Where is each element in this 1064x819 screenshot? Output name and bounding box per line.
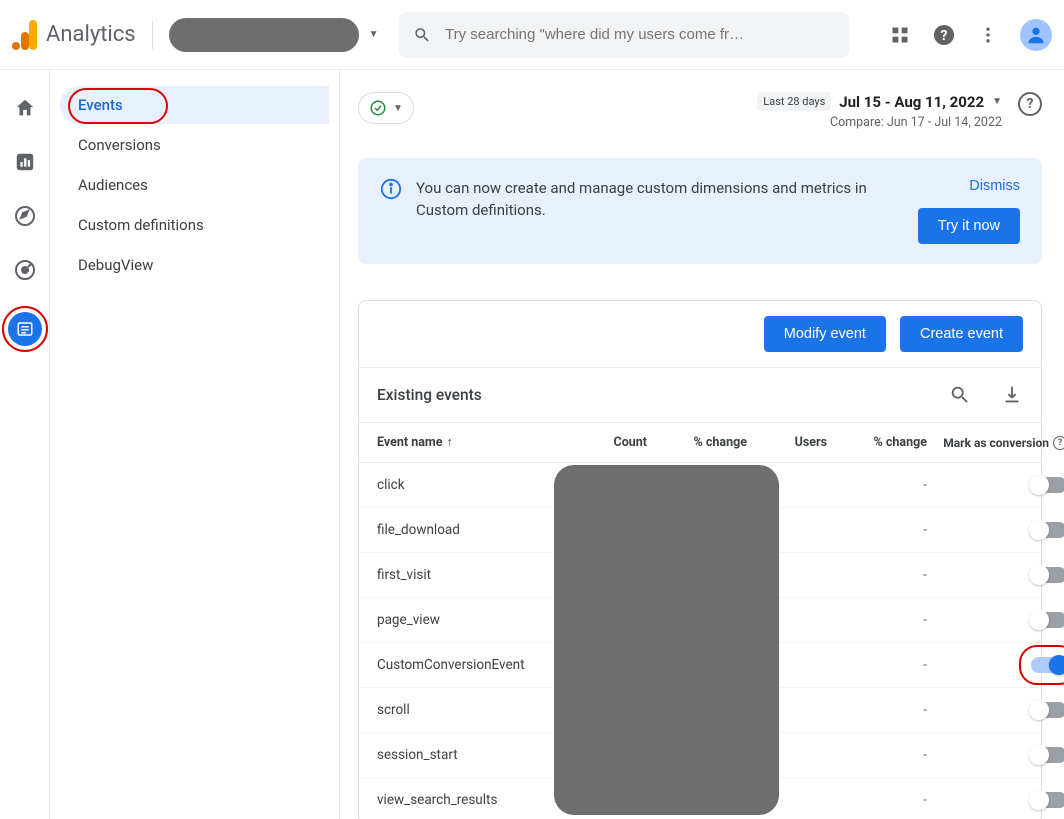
users-change-cell: - bbox=[923, 522, 927, 538]
property-selector[interactable] bbox=[169, 18, 359, 52]
users-change-cell: - bbox=[923, 477, 927, 493]
users-change-cell: - bbox=[923, 792, 927, 808]
event-name-cell[interactable]: session_start bbox=[377, 747, 567, 763]
redacted-area bbox=[554, 465, 779, 815]
conversion-toggle[interactable] bbox=[1031, 522, 1064, 538]
subnav-item-events[interactable]: Events bbox=[60, 86, 329, 124]
subnav-item-custom-definitions[interactable]: Custom definitions bbox=[60, 206, 329, 244]
reports-icon[interactable] bbox=[13, 150, 37, 174]
explore-icon[interactable] bbox=[13, 204, 37, 228]
col-users[interactable]: Users bbox=[795, 435, 827, 450]
event-name-cell[interactable]: file_download bbox=[377, 522, 567, 538]
subnav-label: Audiences bbox=[78, 176, 148, 194]
sort-asc-icon: ↑ bbox=[447, 435, 453, 450]
event-name-cell[interactable]: scroll bbox=[377, 702, 567, 718]
conversion-toggle-wrap bbox=[1031, 792, 1064, 808]
help-icon[interactable]: ? bbox=[932, 23, 956, 47]
info-banner: You can now create and manage custom dim… bbox=[358, 158, 1042, 264]
conversion-toggle[interactable] bbox=[1031, 567, 1064, 583]
subnav-label: Events bbox=[78, 96, 123, 114]
conversion-toggle[interactable] bbox=[1031, 792, 1064, 808]
check-circle-icon bbox=[369, 99, 387, 117]
search-icon bbox=[413, 25, 431, 45]
advertising-icon[interactable] bbox=[13, 258, 37, 282]
search-box[interactable] bbox=[399, 12, 849, 58]
date-range: Jul 15 - Aug 11, 2022 bbox=[839, 93, 984, 111]
caret-down-icon: ▼ bbox=[393, 103, 403, 114]
help-icon[interactable]: ? bbox=[1018, 92, 1042, 116]
caret-down-icon: ▼ bbox=[992, 96, 1002, 107]
home-icon[interactable] bbox=[13, 96, 37, 120]
subnav-item-debugview[interactable]: DebugView bbox=[60, 246, 329, 284]
app-header: Analytics ▼ ? bbox=[0, 0, 1064, 70]
try-it-now-button[interactable]: Try it now bbox=[918, 208, 1020, 244]
conversion-toggle-wrap bbox=[1031, 567, 1064, 583]
card-title: Existing events bbox=[377, 386, 482, 404]
more-vert-icon[interactable] bbox=[978, 25, 998, 45]
date-compare: Compare: Jun 17 - Jul 14, 2022 bbox=[757, 115, 1002, 130]
status-filter[interactable]: ▼ bbox=[358, 92, 414, 124]
users-change-cell: - bbox=[923, 747, 927, 763]
col-count-change[interactable]: % change bbox=[694, 435, 747, 450]
svg-text:?: ? bbox=[941, 28, 948, 44]
conversion-toggle[interactable] bbox=[1031, 477, 1064, 493]
col-mark-conversion: Mark as conversion ? bbox=[943, 436, 1064, 450]
date-picker[interactable]: Last 28 days Jul 15 - Aug 11, 2022 ▼ Com… bbox=[757, 92, 1002, 130]
conversion-toggle-wrap bbox=[1031, 657, 1064, 673]
users-change-cell: - bbox=[923, 567, 927, 583]
create-event-button[interactable]: Create event bbox=[900, 316, 1023, 352]
users-change-cell: - bbox=[923, 657, 927, 673]
event-name-cell[interactable]: CustomConversionEvent bbox=[377, 657, 567, 673]
date-preset-badge: Last 28 days bbox=[757, 92, 831, 111]
modify-event-button[interactable]: Modify event bbox=[764, 316, 886, 352]
table-search-icon[interactable] bbox=[949, 384, 971, 406]
banner-message: You can now create and manage custom dim… bbox=[416, 178, 904, 222]
users-change-cell: - bbox=[923, 612, 927, 628]
event-name-cell[interactable]: view_search_results bbox=[377, 792, 567, 808]
conversion-toggle-wrap bbox=[1031, 612, 1064, 628]
conversion-toggle-wrap bbox=[1031, 702, 1064, 718]
col-count[interactable]: Count bbox=[614, 435, 647, 450]
event-name-cell[interactable]: click bbox=[377, 477, 567, 493]
caret-down-icon[interactable]: ▼ bbox=[369, 29, 379, 40]
apps-icon[interactable] bbox=[890, 25, 910, 45]
event-name-cell[interactable]: first_visit bbox=[377, 567, 567, 583]
header-icons: ? bbox=[890, 19, 1052, 51]
subnav-label: Custom definitions bbox=[78, 216, 204, 234]
conversion-toggle[interactable] bbox=[1031, 747, 1064, 763]
subnav-item-conversions[interactable]: Conversions bbox=[60, 126, 329, 164]
app-name: Analytics bbox=[46, 22, 136, 47]
nav-rail bbox=[0, 70, 50, 819]
col-users-change[interactable]: % change bbox=[874, 435, 927, 450]
conversion-toggle-wrap bbox=[1031, 522, 1064, 538]
users-change-cell: - bbox=[923, 702, 927, 718]
subnav: Events Conversions Audiences Custom defi… bbox=[50, 70, 340, 819]
download-icon[interactable] bbox=[1001, 384, 1023, 406]
divider bbox=[152, 21, 153, 49]
conversion-toggle-wrap bbox=[1031, 747, 1064, 763]
configure-icon[interactable] bbox=[8, 312, 42, 346]
events-table: Event name ↑ Count % change Users % chan… bbox=[359, 423, 1041, 819]
highlight-ring bbox=[2, 306, 48, 352]
conversion-toggle[interactable] bbox=[1031, 612, 1064, 628]
subnav-item-audiences[interactable]: Audiences bbox=[60, 166, 329, 204]
help-icon[interactable]: ? bbox=[1053, 436, 1064, 450]
dismiss-button[interactable]: Dismiss bbox=[969, 178, 1020, 194]
subnav-label: DebugView bbox=[78, 256, 153, 274]
subnav-label: Conversions bbox=[78, 136, 161, 154]
conversion-toggle-wrap bbox=[1031, 477, 1064, 493]
conversion-toggle[interactable] bbox=[1031, 702, 1064, 718]
info-icon bbox=[380, 178, 402, 200]
logo-lockup: Analytics bbox=[12, 20, 136, 50]
search-input[interactable] bbox=[445, 26, 835, 43]
col-event-name[interactable]: Event name ↑ bbox=[377, 435, 567, 450]
analytics-logo-icon bbox=[12, 20, 38, 50]
main-content: ▼ Last 28 days Jul 15 - Aug 11, 2022 ▼ C… bbox=[340, 70, 1064, 819]
conversion-toggle[interactable] bbox=[1031, 657, 1064, 673]
avatar[interactable] bbox=[1020, 19, 1052, 51]
events-card: Modify event Create event Existing event… bbox=[358, 300, 1042, 819]
event-name-cell[interactable]: page_view bbox=[377, 612, 567, 628]
table-header: Event name ↑ Count % change Users % chan… bbox=[359, 423, 1041, 463]
